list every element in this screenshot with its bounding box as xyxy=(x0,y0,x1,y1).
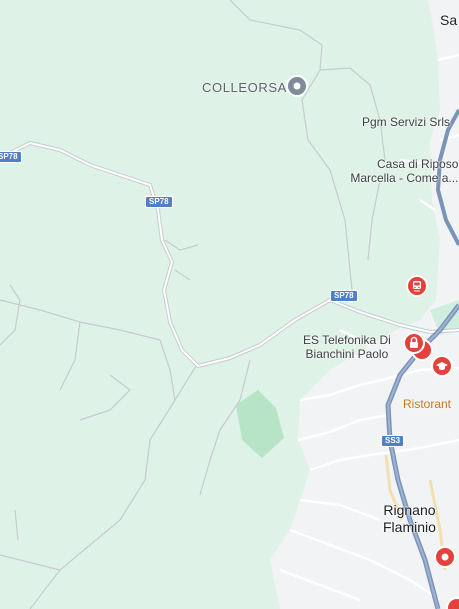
park-area xyxy=(236,390,284,458)
place-label-line: Rignano xyxy=(383,502,436,518)
place-label-colleorsa[interactable]: COLLEORSA xyxy=(202,80,287,95)
sp78-shield: SP78 xyxy=(0,151,22,163)
place-label-sa[interactable]: Sa xyxy=(440,12,457,29)
ss3-shield: SS3 xyxy=(381,435,405,447)
place-label-line: Flaminio xyxy=(383,519,436,535)
poi-label-casa-di-riposo[interactable]: Casa di Riposo Marcella - Come a... xyxy=(346,157,458,185)
school-icon[interactable] xyxy=(431,355,453,377)
sp78-shield: SP78 xyxy=(145,196,173,208)
sp78-shield: SP78 xyxy=(330,290,358,302)
place-pin-icon[interactable] xyxy=(286,75,308,97)
poi-label-line: Marcella - Come a... xyxy=(350,171,459,185)
map-canvas[interactable]: SP78 SP78 SP78 SS3 COLLEORSA Sa Pgm Serv… xyxy=(0,0,459,609)
poi-label-ristorante[interactable]: Ristorant xyxy=(403,397,451,411)
location-pin-icon[interactable] xyxy=(446,597,459,609)
place-label-rignano-flaminio[interactable]: Rignano Flaminio xyxy=(383,502,436,536)
location-pin-icon[interactable] xyxy=(434,546,456,568)
poi-label-line: Casa di Riposo xyxy=(377,157,459,171)
train-station-icon[interactable] xyxy=(406,275,428,297)
poi-label-line: ES Telefonika Di xyxy=(303,333,391,347)
poi-label-es-telefonika[interactable]: ES Telefonika Di Bianchini Paolo xyxy=(303,333,391,361)
poi-label-line: Bianchini Paolo xyxy=(305,347,389,361)
poi-label-pgm[interactable]: Pgm Servizi Srls xyxy=(362,115,450,129)
lock-icon[interactable] xyxy=(403,332,425,354)
